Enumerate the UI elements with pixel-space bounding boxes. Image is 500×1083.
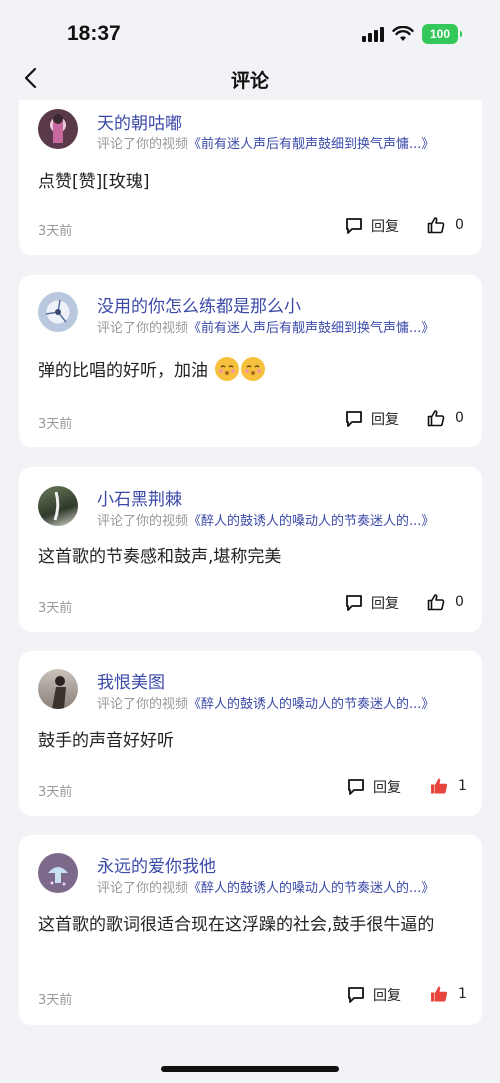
comment-content: 鼓手的声音好好听 xyxy=(38,731,174,751)
comment-card: 永远的爱你我他 评论了你的视频《醉人的鼓诱人的嗓动人的节奏迷人的...》 这首歌… xyxy=(19,835,482,1025)
thumbs-up-filled-icon xyxy=(431,778,448,794)
video-title-link[interactable]: 《前有迷人声后有靓声鼓细到换气声慵...》 xyxy=(188,137,434,152)
reply-button[interactable]: 回复 xyxy=(347,985,401,1005)
cellular-signal-icon xyxy=(362,26,384,42)
comment-bubble-icon xyxy=(346,595,362,611)
reply-label: 回复 xyxy=(371,596,399,612)
comment-action: 评论了你的视频 xyxy=(97,321,189,336)
like-count: 1 xyxy=(458,778,467,794)
reply-button[interactable]: 回复 xyxy=(345,593,399,613)
like-count: 0 xyxy=(455,594,464,610)
reply-button[interactable]: 回复 xyxy=(347,777,401,797)
comment-subline: 评论了你的视频《醉人的鼓诱人的嗓动人的节奏迷人的...》 xyxy=(97,693,434,712)
reply-label: 回复 xyxy=(371,219,399,235)
like-count: 0 xyxy=(455,410,464,426)
comment-bubble-icon xyxy=(348,779,364,795)
comment-text: 弹的比唱的好听，加油 xyxy=(38,361,208,381)
kiss-emoji-icon xyxy=(241,357,266,381)
comment-subline: 评论了你的视频《醉人的鼓诱人的嗓动人的节奏迷人的...》 xyxy=(97,510,434,529)
comment-username[interactable]: 小石黑荆棘 xyxy=(97,485,182,510)
comment-bubble-icon xyxy=(348,987,364,1003)
comment-action: 评论了你的视频 xyxy=(97,881,189,896)
comment-time: 3天前 xyxy=(38,993,73,1008)
comment-card: 小石黑荆棘 评论了你的视频《醉人的鼓诱人的嗓动人的节奏迷人的...》 这首歌的节… xyxy=(19,467,482,632)
status-bar: 18:37 100 xyxy=(0,0,500,60)
comment-content: 这首歌的歌词很适合现在这浮躁的社会,鼓手很牛逼的 xyxy=(38,915,435,935)
avatar[interactable] xyxy=(38,669,78,709)
video-title-link[interactable]: 《前有迷人声后有靓声鼓细到换气声慵...》 xyxy=(188,321,434,336)
like-count: 1 xyxy=(458,986,467,1002)
avatar[interactable] xyxy=(38,853,78,893)
comment-time: 3天前 xyxy=(38,601,73,616)
thumbs-up-icon xyxy=(427,217,445,234)
video-title-link[interactable]: 《醉人的鼓诱人的嗓动人的节奏迷人的...》 xyxy=(188,881,434,896)
comment-bubble-icon xyxy=(346,218,362,234)
comment-content: 这首歌的节奏感和鼓声,堪称完美 xyxy=(38,547,282,567)
like-button[interactable]: 0 xyxy=(427,216,464,234)
comment-time: 3天前 xyxy=(38,417,73,432)
video-title-link[interactable]: 《醉人的鼓诱人的嗓动人的节奏迷人的...》 xyxy=(188,697,434,712)
comment-content: 弹的比唱的好听，加油 xyxy=(38,357,463,384)
like-button[interactable]: 0 xyxy=(427,409,464,427)
like-button[interactable]: 1 xyxy=(430,985,467,1003)
comment-bubble-icon xyxy=(346,411,362,427)
avatar[interactable] xyxy=(38,486,78,526)
video-title-link[interactable]: 《醉人的鼓诱人的嗓动人的节奏迷人的...》 xyxy=(188,514,434,529)
comment-card: 没用的你怎么练都是那么小 评论了你的视频《前有迷人声后有靓声鼓细到换气声慵...… xyxy=(19,275,482,447)
comment-card: 天的朝咕嘟 评论了你的视频《前有迷人声后有靓声鼓细到换气声慵...》 点赞[赞]… xyxy=(19,100,482,255)
comment-action: 评论了你的视频 xyxy=(97,514,189,529)
thumbs-up-icon xyxy=(427,410,445,427)
avatar[interactable] xyxy=(38,292,78,332)
status-time: 18:37 xyxy=(67,22,121,45)
reply-label: 回复 xyxy=(373,988,401,1004)
kiss-emoji-icon xyxy=(215,357,240,381)
comment-time: 3天前 xyxy=(38,785,73,800)
comment-time: 3天前 xyxy=(38,224,73,239)
comment-username[interactable]: 天的朝咕嘟 xyxy=(97,109,182,134)
status-icons: 100 xyxy=(362,24,462,44)
reply-label: 回复 xyxy=(373,780,401,796)
wifi-icon xyxy=(392,26,414,41)
like-button[interactable]: 0 xyxy=(427,593,464,611)
page-title: 评论 xyxy=(230,70,269,92)
comment-list[interactable]: 天的朝咕嘟 评论了你的视频《前有迷人声后有靓声鼓细到换气声慵...》 点赞[赞]… xyxy=(0,100,500,1060)
nav-bar: 评论 xyxy=(0,58,500,100)
like-button[interactable]: 1 xyxy=(430,777,467,795)
comment-card: 我恨美图 评论了你的视频《醉人的鼓诱人的嗓动人的节奏迷人的...》 鼓手的声音好… xyxy=(19,651,482,816)
thumbs-up-filled-icon xyxy=(431,986,448,1002)
thumbs-up-icon xyxy=(427,594,445,611)
comment-username[interactable]: 永远的爱你我他 xyxy=(97,852,216,877)
comment-username[interactable]: 我恨美图 xyxy=(97,668,165,693)
battery-indicator: 100 xyxy=(422,24,462,44)
reply-label: 回复 xyxy=(371,412,399,428)
comment-subline: 评论了你的视频《前有迷人声后有靓声鼓细到换气声慵...》 xyxy=(97,317,434,336)
reply-button[interactable]: 回复 xyxy=(345,216,399,236)
comment-action: 评论了你的视频 xyxy=(97,697,189,712)
comment-subline: 评论了你的视频《醉人的鼓诱人的嗓动人的节奏迷人的...》 xyxy=(97,877,434,896)
like-count: 0 xyxy=(455,217,464,233)
home-indicator[interactable] xyxy=(161,1066,339,1072)
comment-action: 评论了你的视频 xyxy=(97,137,189,152)
comment-subline: 评论了你的视频《前有迷人声后有靓声鼓细到换气声慵...》 xyxy=(97,133,434,152)
comment-content: 点赞[赞][玫瑰] xyxy=(38,172,150,192)
avatar[interactable] xyxy=(38,109,78,149)
reply-button[interactable]: 回复 xyxy=(345,409,399,429)
comment-username[interactable]: 没用的你怎么练都是那么小 xyxy=(97,292,301,317)
